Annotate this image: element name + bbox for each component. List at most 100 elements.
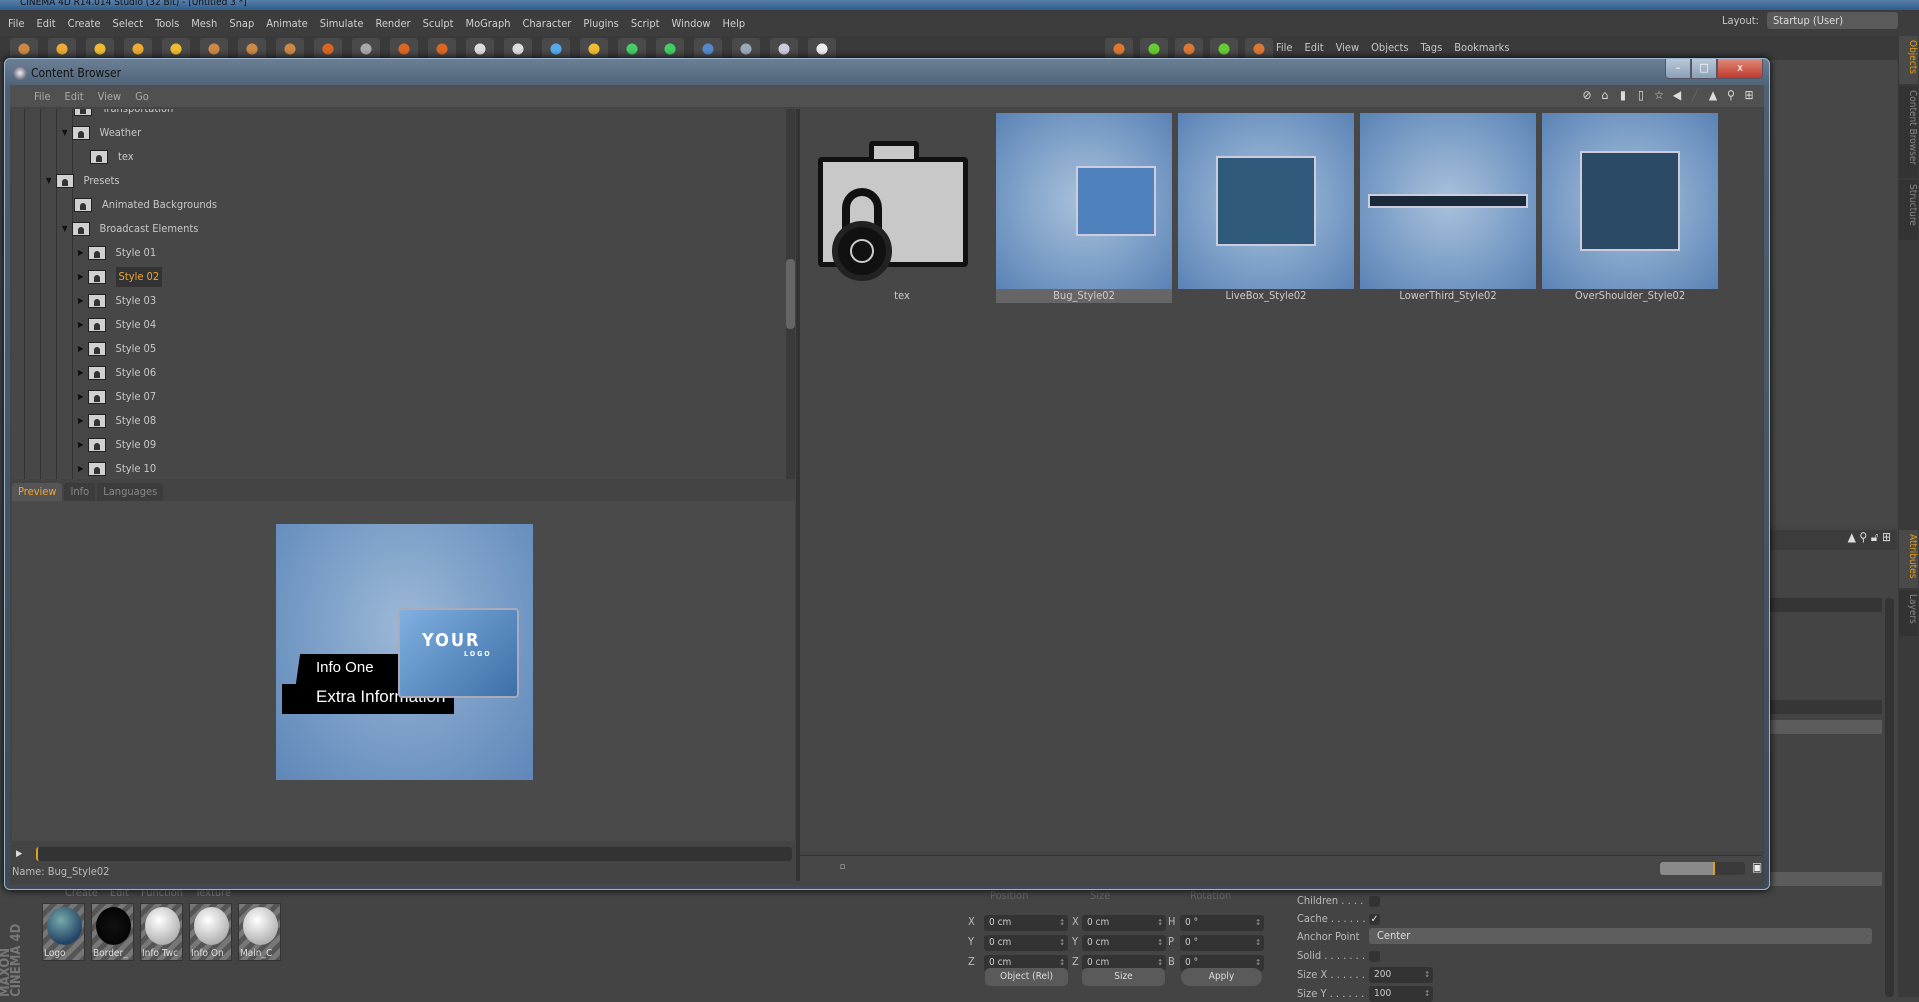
- camera-icon[interactable]: [770, 38, 798, 60]
- grid-item[interactable]: LiveBox_Style02: [1178, 113, 1354, 303]
- cube-icon[interactable]: [580, 38, 608, 60]
- cb-menu-view[interactable]: View: [98, 90, 121, 103]
- bottle-icon[interactable]: ▮: [1616, 88, 1630, 102]
- menu-edit[interactable]: Edit: [36, 17, 55, 30]
- coord-field[interactable]: 0 cm: [984, 935, 1068, 951]
- coord-field[interactable]: 0 °: [1180, 935, 1264, 951]
- scene-icon[interactable]: [694, 38, 722, 60]
- expand-arrow-icon[interactable]: ▶: [78, 243, 84, 263]
- children-checkbox[interactable]: [1369, 896, 1380, 907]
- arrow-icon[interactable]: ▲: [1848, 530, 1856, 544]
- menu-sculpt[interactable]: Sculpt: [423, 17, 454, 30]
- apply-button[interactable]: Apply: [1181, 968, 1262, 986]
- coord-mode-dropdown[interactable]: Object (Rel): [985, 968, 1068, 986]
- obj-menu-bookmarks[interactable]: Bookmarks: [1454, 41, 1509, 54]
- tree-item[interactable]: tex: [78, 147, 134, 167]
- home-icon[interactable]: ⌂: [1598, 88, 1612, 102]
- obj-menu-view[interactable]: View: [1336, 41, 1359, 54]
- menu-create[interactable]: Create: [68, 17, 101, 30]
- keyframe-icon[interactable]: [1105, 38, 1133, 60]
- small-thumb-icon[interactable]: ▫: [840, 862, 846, 872]
- search-icon[interactable]: ⚲: [1724, 88, 1738, 102]
- expand-arrow-icon[interactable]: ▶: [78, 435, 84, 455]
- deformer-icon[interactable]: [656, 38, 684, 60]
- render-settings-icon[interactable]: [466, 38, 494, 60]
- tree-item[interactable]: Transportation: [62, 109, 173, 119]
- forward-icon[interactable]: ╱: [1688, 88, 1702, 102]
- play-icon[interactable]: ▶: [16, 849, 22, 859]
- expand-arrow-icon[interactable]: ▶: [78, 363, 84, 383]
- keyframe-icon[interactable]: [1210, 38, 1238, 60]
- star-icon[interactable]: ☆: [1652, 88, 1666, 102]
- render-view-icon[interactable]: [390, 38, 418, 60]
- expand-arrow-icon[interactable]: ▶: [78, 291, 84, 311]
- spline-icon[interactable]: [542, 38, 570, 60]
- collapse-arrow-icon[interactable]: ▼: [46, 171, 52, 191]
- menu-file[interactable]: File: [8, 17, 24, 30]
- up-icon[interactable]: ▲: [1706, 88, 1720, 102]
- side-tab-layers[interactable]: Layers: [1899, 590, 1918, 636]
- menu-select[interactable]: Select: [113, 17, 144, 30]
- size-x-field[interactable]: 200: [1369, 967, 1433, 983]
- expand-arrow-icon[interactable]: ▶: [78, 459, 84, 479]
- live-select-icon[interactable]: [48, 38, 76, 60]
- tree-item[interactable]: ▼ Weather: [62, 123, 141, 143]
- material-tile[interactable]: Border_: [91, 903, 134, 961]
- book-icon[interactable]: ▯: [1634, 88, 1648, 102]
- render-picture-icon[interactable]: [428, 38, 456, 60]
- large-thumb-icon[interactable]: ▣: [1752, 860, 1762, 874]
- expand-arrow-icon[interactable]: ▶: [78, 315, 84, 335]
- tree-item[interactable]: ▶ Style 04: [78, 315, 156, 335]
- tree-item[interactable]: ▶ Style 06: [78, 363, 156, 383]
- tab-languages[interactable]: Languages: [97, 483, 164, 501]
- expand-arrow-icon[interactable]: ▶: [78, 267, 84, 287]
- minimize-button[interactable]: –: [1665, 59, 1691, 79]
- obj-menu-objects[interactable]: Objects: [1371, 41, 1408, 54]
- close-button[interactable]: x: [1717, 59, 1763, 79]
- coord-field[interactable]: 0 cm: [1082, 915, 1166, 931]
- tree-item[interactable]: ▶ Style 03: [78, 291, 156, 311]
- tree-item[interactable]: ▶ Style 01: [78, 243, 156, 263]
- expand-arrow-icon[interactable]: ▶: [78, 387, 84, 407]
- material-tile[interactable]: Info Twc: [140, 903, 183, 961]
- menu-animate[interactable]: Animate: [266, 17, 307, 30]
- menu-window[interactable]: Window: [672, 17, 711, 30]
- menu-snap[interactable]: Snap: [229, 17, 254, 30]
- coord-size-dropdown[interactable]: Size: [1082, 968, 1165, 986]
- redo-icon[interactable]: [10, 38, 38, 60]
- expand-arrow-icon[interactable]: ▶: [78, 339, 84, 359]
- maximize-button[interactable]: □: [1691, 59, 1717, 79]
- tree-item[interactable]: ▶ Style 07: [78, 387, 156, 407]
- menu-help[interactable]: Help: [723, 17, 746, 30]
- material-tile[interactable]: Info On: [189, 903, 232, 961]
- material-tile[interactable]: Logo: [42, 903, 85, 961]
- menu-mograph[interactable]: MoGraph: [466, 17, 511, 30]
- menu-script[interactable]: Script: [631, 17, 660, 30]
- layout-select[interactable]: Startup (User): [1767, 12, 1898, 29]
- menu-character[interactable]: Character: [523, 17, 572, 30]
- menu-render[interactable]: Render: [375, 17, 410, 30]
- tree-item[interactable]: ▶ Style 09: [78, 435, 156, 455]
- obj-menu-edit[interactable]: Edit: [1304, 41, 1323, 54]
- z-axis-icon[interactable]: [314, 38, 342, 60]
- grid-item[interactable]: Bug_Style02: [996, 113, 1172, 303]
- light-icon[interactable]: [808, 38, 836, 60]
- menu-tools[interactable]: Tools: [155, 17, 179, 30]
- floor-icon[interactable]: [732, 38, 760, 60]
- obj-menu-tags[interactable]: Tags: [1421, 41, 1443, 54]
- size-y-field[interactable]: 100: [1369, 986, 1433, 1002]
- keyframe-icon[interactable]: [1175, 38, 1203, 60]
- tab-info[interactable]: Info: [64, 483, 96, 501]
- lock-icon[interactable]: 🔓︎: [1871, 530, 1879, 544]
- coord-field[interactable]: 0 cm: [984, 915, 1068, 931]
- collapse-arrow-icon[interactable]: ▼: [62, 219, 68, 239]
- cb-menu-go[interactable]: Go: [135, 90, 149, 103]
- cb-menu-edit[interactable]: Edit: [64, 90, 83, 103]
- coord-field[interactable]: 0 °: [1180, 915, 1264, 931]
- tree-item[interactable]: ▶ Style 08: [78, 411, 156, 431]
- solid-checkbox[interactable]: [1369, 951, 1380, 962]
- preset-icon[interactable]: ⊘: [1580, 88, 1594, 102]
- x-axis-icon[interactable]: [238, 38, 266, 60]
- side-tab-content-browser[interactable]: Content Browser: [1899, 86, 1918, 178]
- side-tab-structure[interactable]: Structure: [1899, 180, 1918, 240]
